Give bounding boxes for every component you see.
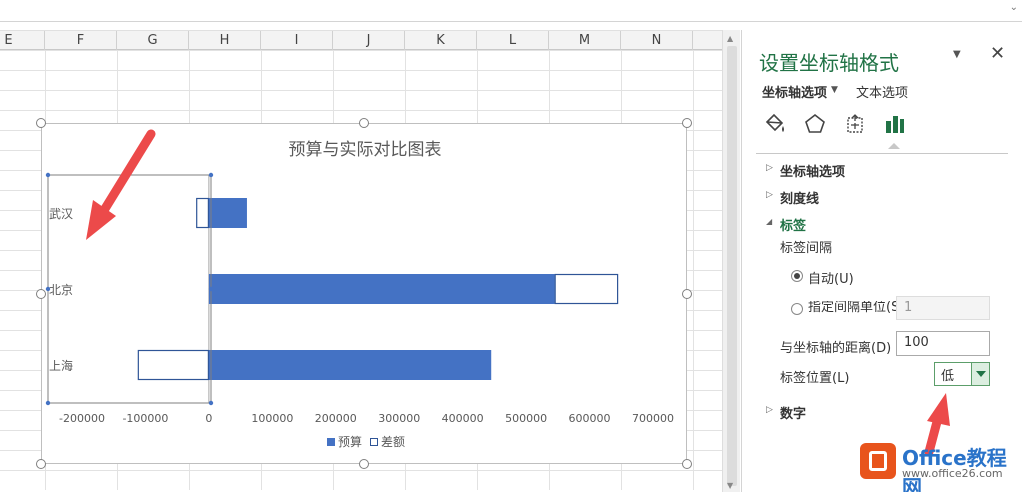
excel-window: ⌄ EFGHIJKLMN ▲ ▼ 预算与实际对比图表 武汉 北京 上海 -200000… (0, 0, 1022, 492)
legend-label[interactable]: 预算 (338, 434, 362, 449)
caret-right-icon[interactable]: ▷ (766, 190, 773, 200)
resize-handle[interactable] (36, 459, 46, 469)
x-tick-label: 500000 (505, 412, 547, 425)
bar-difference[interactable] (137, 349, 209, 381)
label-interval-heading: 标签间隔 (780, 241, 833, 256)
legend-label[interactable]: 差额 (381, 435, 405, 449)
bar-budget[interactable] (208, 198, 247, 228)
bar-budget[interactable] (208, 350, 492, 380)
radio-specify[interactable] (791, 303, 803, 315)
axis-selection-handle[interactable] (208, 400, 214, 406)
column-header[interactable]: G (117, 31, 189, 51)
x-tick-label: -200000 (59, 412, 105, 425)
column-header[interactable]: H (189, 31, 261, 51)
size-properties-icon[interactable] (843, 112, 867, 136)
axis-selection-handle[interactable] (45, 400, 51, 406)
legend-swatch (370, 438, 378, 446)
caret-down-icon[interactable]: ▼ (831, 85, 838, 95)
dropdown-button[interactable] (971, 363, 989, 385)
column-header[interactable]: J (333, 31, 405, 51)
bar-budget[interactable] (208, 274, 555, 304)
x-tick-label: -100000 (122, 412, 168, 425)
x-tick-label: 300000 (378, 412, 420, 425)
column-header[interactable]: L (477, 31, 549, 51)
category-label[interactable]: 北京 (49, 283, 73, 297)
category-label[interactable]: 上海 (49, 358, 73, 373)
pane-title: 设置坐标轴格式 (759, 51, 899, 75)
axis-selection-handle[interactable] (45, 286, 51, 292)
label-position-value: 低 (941, 369, 955, 384)
legend-swatch (327, 438, 335, 446)
office-logo-icon (860, 443, 896, 479)
section-number[interactable]: 数字 (780, 403, 806, 422)
category-label[interactable]: 武汉 (49, 207, 73, 221)
resize-handle[interactable] (682, 459, 692, 469)
section-tick-marks[interactable]: 刻度线 (780, 188, 819, 207)
column-header[interactable]: M (549, 31, 621, 51)
paint-bucket-icon[interactable] (763, 112, 787, 136)
column-header[interactable]: I (261, 31, 333, 51)
bar-difference[interactable] (554, 273, 619, 305)
resize-handle[interactable] (682, 288, 692, 299)
x-tick-label: 200000 (315, 412, 357, 425)
column-headers: EFGHIJKLMN (0, 30, 722, 51)
formula-bar[interactable]: ⌄ (0, 0, 1022, 22)
axis-selection-handle[interactable] (208, 286, 214, 292)
bar-difference[interactable] (196, 197, 209, 229)
axis-selection-handle[interactable] (45, 172, 51, 178)
distance-label: 与坐标轴的距离(D) (780, 341, 892, 356)
chart-plot[interactable]: 武汉北京上海 -200000 -100000 0 100000 200000 300000 4… (42, 124, 688, 465)
x-tick-label: 0 (205, 412, 212, 425)
column-header[interactable]: K (405, 31, 477, 51)
close-icon[interactable]: ✕ (990, 43, 1005, 64)
radio-specify-label[interactable]: 指定间隔单位(S) (808, 301, 904, 315)
column-header[interactable]: N (621, 31, 693, 51)
x-tick-label: 100000 (251, 412, 293, 425)
bar-chart-icon[interactable] (883, 112, 907, 136)
caret-right-icon[interactable]: ▷ (766, 405, 773, 415)
section-labels[interactable]: 标签 (780, 215, 806, 234)
selected-tab-indicator (888, 143, 900, 149)
caret-right-icon[interactable]: ▷ (766, 163, 773, 173)
watermark-logo: Office教程网 www.office26.com (860, 440, 1020, 492)
x-tick-label: 700000 (632, 412, 674, 425)
section-axis-options[interactable]: 坐标轴选项 (780, 161, 845, 180)
vertical-scrollbar[interactable]: ▲ ▼ (722, 30, 740, 492)
column-header[interactable]: F (45, 31, 117, 51)
pentagon-icon[interactable] (803, 112, 827, 136)
x-tick-label: 600000 (569, 412, 611, 425)
radio-auto-label[interactable]: 自动(U) (808, 268, 854, 287)
column-header[interactable]: E (0, 31, 45, 51)
pane-options-icon[interactable]: ▼ (953, 49, 961, 60)
resize-handle[interactable] (359, 459, 369, 469)
tab-text-options[interactable]: 文本选项 (856, 82, 908, 101)
resize-handle[interactable] (36, 118, 46, 128)
distance-input[interactable]: 100 (896, 331, 990, 356)
label-position-label: 标签位置(L) (780, 371, 850, 386)
chevron-down-icon[interactable]: ⌄ (1010, 2, 1018, 13)
interval-unit-input[interactable]: 1 (896, 296, 990, 320)
pane-divider (756, 153, 1008, 154)
scroll-down-icon[interactable]: ▼ (727, 481, 733, 490)
resize-handle[interactable] (359, 118, 369, 128)
resize-handle[interactable] (682, 118, 692, 128)
radio-auto[interactable] (791, 270, 803, 282)
x-tick-label: 400000 (442, 412, 484, 425)
tab-axis-options[interactable]: 坐标轴选项 (762, 82, 827, 101)
chevron-down-icon (976, 371, 986, 377)
label-position-select[interactable]: 低 (934, 362, 990, 386)
scrollbar-thumb[interactable] (727, 46, 737, 486)
scroll-up-icon[interactable]: ▲ (727, 34, 733, 43)
format-axis-pane: 设置坐标轴格式 ▼ ✕ 坐标轴选项 ▼ 文本选项 ▷ 坐标轴选项 ▷ 刻度线 ◢… (741, 30, 1022, 492)
caret-expanded-icon[interactable]: ◢ (766, 217, 772, 226)
axis-selection-handle[interactable] (208, 172, 214, 178)
chart-area[interactable]: 预算与实际对比图表 武汉 北京 上海 -200000 -100000 0 100000 200… (36, 118, 692, 469)
resize-handle[interactable] (36, 288, 46, 299)
